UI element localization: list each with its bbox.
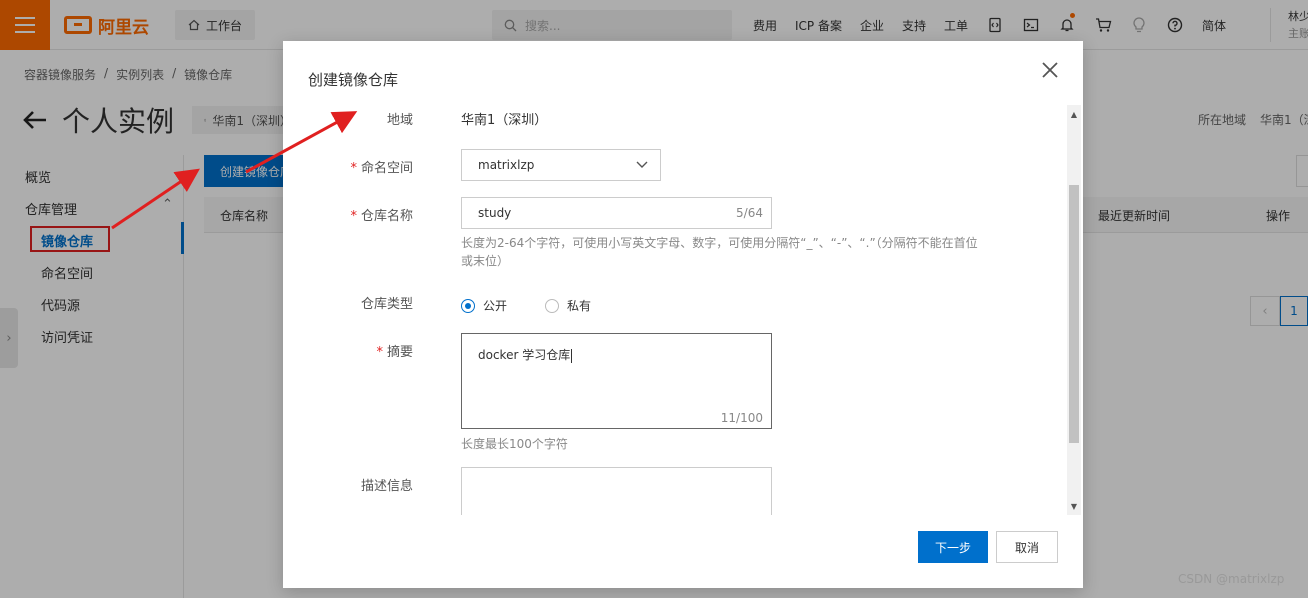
repo-name-counter: 5/64 [736, 206, 763, 220]
repo-name-value: study [478, 206, 512, 220]
required-mark: * [350, 209, 357, 224]
scroll-down-icon[interactable]: ▼ [1067, 499, 1081, 513]
radio-private-label[interactable]: 私有 [567, 297, 591, 314]
cancel-button[interactable]: 取消 [996, 531, 1058, 563]
scroll-up-icon[interactable]: ▲ [1067, 107, 1081, 121]
summary-hint: 长度最长100个字符 [461, 437, 568, 451]
chevron-down-icon [636, 161, 648, 168]
scrollbar-thumb[interactable] [1069, 185, 1079, 443]
repo-name-label: * 仓库名称 [293, 205, 413, 224]
create-repo-dialog: 创建镜像仓库 地域 华南1（深圳） * 命名空间 matrixlzp * 仓库名称 … [283, 41, 1083, 588]
summary-counter: 11/100 [720, 411, 763, 425]
namespace-label: * 命名空间 [293, 157, 413, 176]
repo-name-label-text: 仓库名称 [360, 209, 413, 224]
required-mark: * [376, 345, 383, 360]
dialog-scrollbar[interactable]: ▲ ▼ [1067, 105, 1081, 515]
radio-private[interactable] [545, 298, 560, 313]
radio-public-label[interactable]: 公开 [483, 297, 507, 314]
dialog-footer: 下一步 取消 [283, 515, 1083, 588]
repo-type-label: 仓库类型 [293, 293, 413, 312]
text-caret [571, 348, 573, 363]
namespace-label-text: 命名空间 [360, 161, 413, 176]
region-value: 华南1（深圳） [461, 113, 548, 128]
namespace-select[interactable]: matrixlzp [461, 149, 661, 181]
repo-type-label-text: 仓库类型 [360, 297, 413, 312]
description-label: 描述信息 [293, 475, 413, 494]
dialog-title: 创建镜像仓库 [308, 71, 399, 89]
summary-label-text: 摘要 [386, 345, 413, 360]
radio-public[interactable] [461, 298, 475, 313]
description-label-text: 描述信息 [360, 479, 413, 494]
repo-name-hint: 长度为2-64个字符，可使用小写英文字母、数字，可使用分隔符“_”、“-”、“.… [461, 236, 978, 268]
summary-label: * 摘要 [293, 341, 413, 360]
next-step-button[interactable]: 下一步 [918, 531, 988, 563]
description-textarea[interactable] [461, 467, 772, 515]
namespace-select-value: matrixlzp [478, 158, 535, 172]
close-icon[interactable] [1039, 59, 1061, 81]
repo-name-input[interactable]: study 5/64 [461, 197, 772, 229]
summary-value: docker 学习仓库 [478, 348, 571, 362]
region-label-text: 地域 [386, 113, 413, 128]
summary-textarea[interactable]: docker 学习仓库 11/100 [461, 333, 772, 429]
repo-type-radio-group: 公开 私有 [461, 297, 591, 314]
region-label: 地域 [293, 109, 413, 128]
dialog-body: 地域 华南1（深圳） * 命名空间 matrixlzp * 仓库名称 study 5… [283, 105, 1083, 515]
watermark: CSDN @matrixlzp [1178, 572, 1285, 586]
required-mark: * [350, 161, 357, 176]
